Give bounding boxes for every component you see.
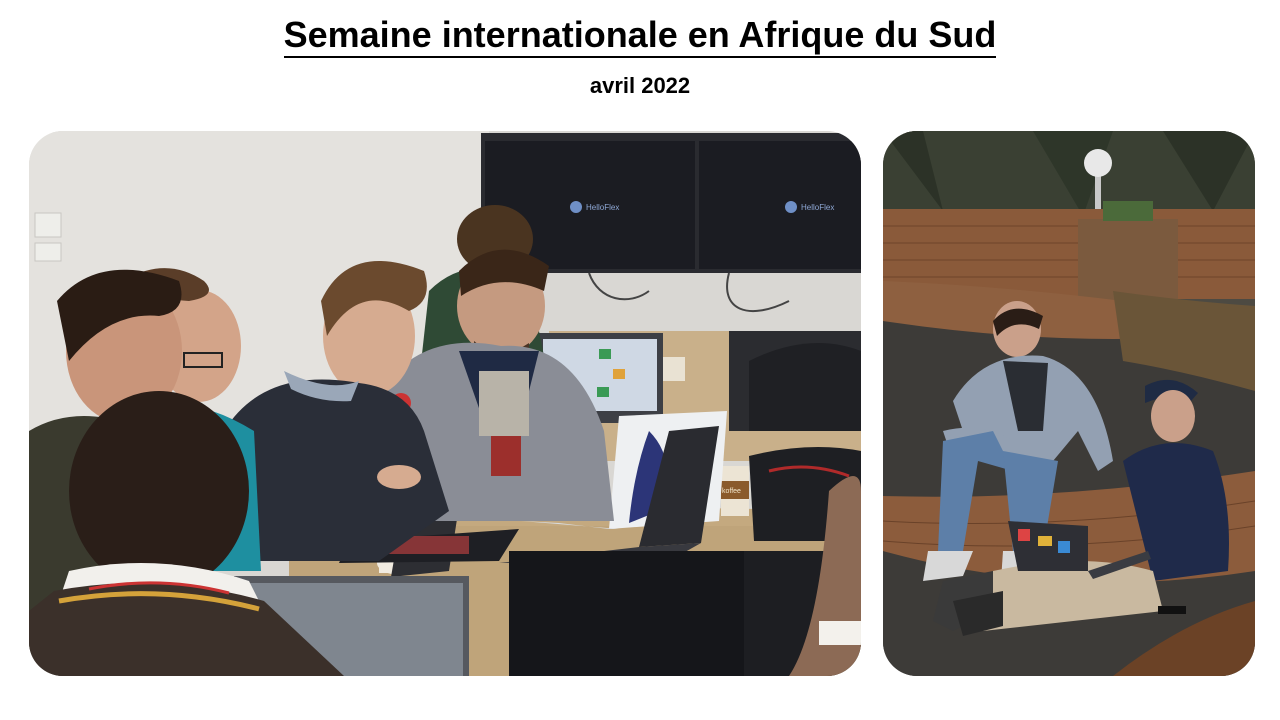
laptop-front-center xyxy=(509,551,749,676)
outdoor-photo xyxy=(883,131,1255,676)
page-title: Semaine internationale en Afrique du Sud xyxy=(0,12,1280,58)
classroom-photo-illustration: HelloFlex HelloFlex koffee xyxy=(29,131,861,676)
classroom-photo: HelloFlex HelloFlex koffee xyxy=(29,131,861,676)
screen-logo-1: HelloFlex xyxy=(586,203,619,212)
page-subtitle: avril 2022 xyxy=(589,73,691,98)
person-foreground xyxy=(69,391,249,591)
cup-label: koffee xyxy=(722,488,741,495)
phone xyxy=(1158,606,1186,614)
tree-stump xyxy=(1078,219,1178,301)
outdoor-photo-illustration xyxy=(883,131,1255,676)
garden-lamp xyxy=(1084,149,1112,177)
wall-screen-right xyxy=(699,141,861,269)
screen-logo-2: HelloFlex xyxy=(801,203,834,212)
